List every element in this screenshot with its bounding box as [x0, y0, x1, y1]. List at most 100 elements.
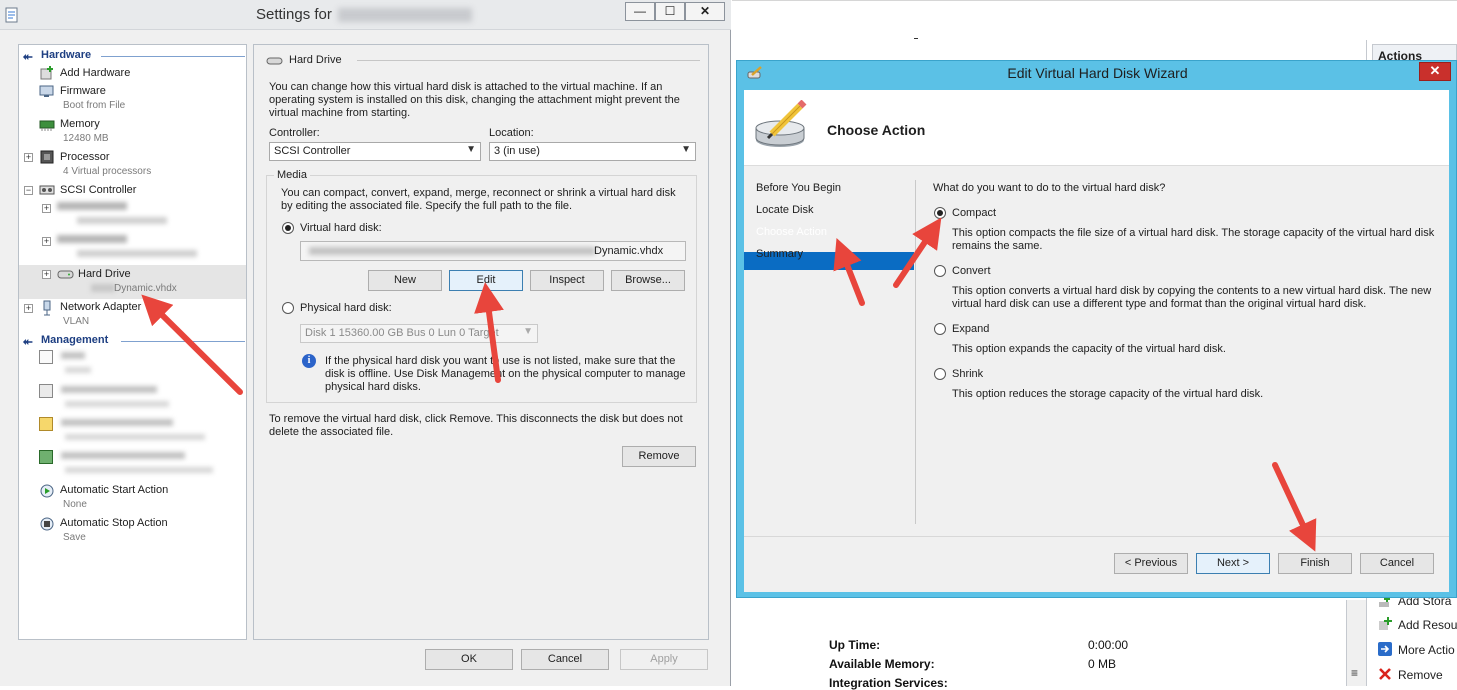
vhd-path-field[interactable]: Dynamic.vhdx: [300, 241, 686, 261]
name-icon: [39, 350, 53, 364]
tree-item-firmware[interactable]: Firmware: [60, 85, 106, 97]
nav-before-you-begin[interactable]: Before You Begin: [756, 182, 841, 194]
auto-start-subtext: None: [63, 499, 87, 510]
redacted-smart-paging-sub: [65, 467, 213, 473]
divider: [732, 0, 1457, 1]
firmware-subtext: Boot from File: [63, 100, 126, 111]
tree-item-network-adapter[interactable]: Network Adapter: [60, 301, 141, 313]
tree-item-automatic-stop-action[interactable]: Automatic Stop Action: [60, 517, 168, 529]
edit-button[interactable]: Edit: [449, 270, 523, 291]
expand-network-icon[interactable]: +: [24, 304, 33, 313]
inspect-button[interactable]: Inspect: [530, 270, 604, 291]
maximize-button[interactable]: ☐: [655, 2, 685, 21]
new-button[interactable]: New: [368, 270, 442, 291]
apply-button[interactable]: Apply: [620, 649, 708, 670]
wizard-question: What do you want to do to the virtual ha…: [933, 182, 1166, 194]
scrollbar[interactable]: ≡: [1346, 600, 1366, 686]
browse-button[interactable]: Browse...: [611, 270, 685, 291]
physical-disk-select[interactable]: Disk 1 15360.00 GB Bus 0 Lun 0 Target ▼: [300, 324, 538, 343]
collapse-hardware-icon[interactable]: ⯬: [23, 49, 33, 64]
previous-button[interactable]: < Previous: [1114, 553, 1188, 574]
media-description: You can compact, convert, expand, merge,…: [281, 187, 676, 212]
close-button[interactable]: ✕: [685, 2, 725, 21]
virtual-hard-disk-radio[interactable]: [282, 222, 294, 234]
more-actions-icon: [1378, 642, 1392, 656]
tree-item-scsi-controller[interactable]: SCSI Controller: [60, 184, 136, 196]
tree-item-automatic-start-action[interactable]: Automatic Start Action: [60, 484, 168, 496]
location-value: 3 (in use): [494, 145, 540, 157]
nav-summary[interactable]: Summary: [756, 248, 803, 260]
hard-drive-header-icon: [266, 55, 284, 70]
checkpoint-icon: [39, 417, 53, 431]
collapse-management-icon[interactable]: ⯬: [23, 334, 33, 349]
divider: [915, 180, 916, 524]
hard-drive-panel: Hard Drive You can change how this virtu…: [253, 44, 709, 640]
next-button[interactable]: Next >: [1196, 553, 1270, 574]
expand-radio[interactable]: [934, 323, 946, 335]
wizard-heading: Choose Action: [827, 122, 926, 138]
wizard-body: Choose Action Before You Begin Locate Di…: [744, 90, 1449, 592]
add-hardware-icon: [39, 66, 55, 83]
tree-item-hard-drive[interactable]: Hard Drive: [78, 268, 131, 280]
auto-stop-subtext: Save: [63, 532, 86, 543]
auto-stop-icon: [39, 516, 55, 535]
shrink-radio[interactable]: [934, 368, 946, 380]
tree-item-processor[interactable]: Processor: [60, 151, 110, 163]
convert-radio[interactable]: [934, 265, 946, 277]
action-more-actions[interactable]: More Actio: [1398, 643, 1455, 657]
remove-button[interactable]: Remove: [622, 446, 696, 467]
remove-instructions: To remove the virtual hard disk, click R…: [269, 413, 683, 438]
ok-button[interactable]: OK: [425, 649, 513, 670]
actions-list: Add Stora Add Resou More Actio Remove: [1378, 594, 1457, 686]
expand-hard-drive-icon[interactable]: +: [42, 270, 51, 279]
expand-drive-icon[interactable]: +: [42, 204, 51, 213]
minimize-button[interactable]: —: [625, 2, 655, 21]
tree-item-memory[interactable]: Memory: [60, 118, 100, 130]
redacted-checkpoint: [61, 419, 173, 426]
divider: [121, 341, 245, 342]
expand-description: This option expands the capacity of the …: [952, 343, 1226, 355]
convert-label: Convert: [952, 265, 991, 277]
collapse-scsi-icon[interactable]: −: [24, 186, 33, 195]
controller-value: SCSI Controller: [274, 145, 351, 157]
integration-services-label: Integration Services:: [829, 676, 948, 690]
expand-drive-icon[interactable]: +: [42, 237, 51, 246]
location-select[interactable]: 3 (in use) ▼: [489, 142, 696, 161]
physical-hard-disk-radio[interactable]: [282, 302, 294, 314]
convert-description: This option converts a virtual hard disk…: [952, 285, 1432, 310]
divider: [914, 38, 918, 39]
edit-vhd-wizard-window: Edit Virtual Hard Disk Wizard ✕ Choose A…: [736, 60, 1457, 598]
uptime-value: 0:00:00: [1088, 638, 1129, 652]
wizard-cancel-button[interactable]: Cancel: [1360, 553, 1434, 574]
action-remove[interactable]: Remove: [1398, 668, 1443, 682]
network-adapter-icon: [39, 300, 55, 319]
chevron-down-icon: ▼: [466, 144, 476, 155]
tree-item-add-hardware[interactable]: Add Hardware: [60, 67, 130, 79]
settings-window: Settings for — ☐ ✕ ⯬ Hardware Add Hardwa…: [0, 0, 731, 686]
cancel-button[interactable]: Cancel: [521, 649, 609, 670]
nav-choose-action[interactable]: Choose Action: [756, 226, 827, 238]
remove-icon: [1378, 667, 1392, 681]
nav-locate-disk[interactable]: Locate Disk: [756, 204, 813, 216]
divider: [101, 56, 245, 57]
chevron-down-icon: ▼: [523, 326, 533, 337]
processor-subtext: 4 Virtual processors: [63, 166, 152, 177]
redacted-drive-2: [57, 235, 127, 243]
location-label: Location:: [489, 127, 534, 139]
action-add-resource[interactable]: Add Resou: [1398, 618, 1457, 632]
firmware-icon: [39, 84, 55, 101]
wizard-close-button[interactable]: ✕: [1419, 62, 1451, 81]
available-memory-label: Available Memory:: [829, 657, 935, 671]
compact-radio[interactable]: [934, 207, 946, 219]
hard-drive-icon: [57, 268, 75, 283]
shrink-description: This option reduces the storage capacity…: [952, 388, 1264, 400]
network-subtext: VLAN: [63, 316, 90, 327]
scsi-controller-icon: [39, 183, 55, 200]
controller-select[interactable]: SCSI Controller ▼: [269, 142, 481, 161]
finish-button[interactable]: Finish: [1278, 553, 1352, 574]
redacted-integration: [61, 386, 157, 393]
redacted-integration-sub: [65, 401, 169, 407]
redacted-checkpoint-sub: [65, 434, 205, 440]
grip-icon: ≡: [1351, 666, 1359, 680]
expand-processor-icon[interactable]: +: [24, 153, 33, 162]
